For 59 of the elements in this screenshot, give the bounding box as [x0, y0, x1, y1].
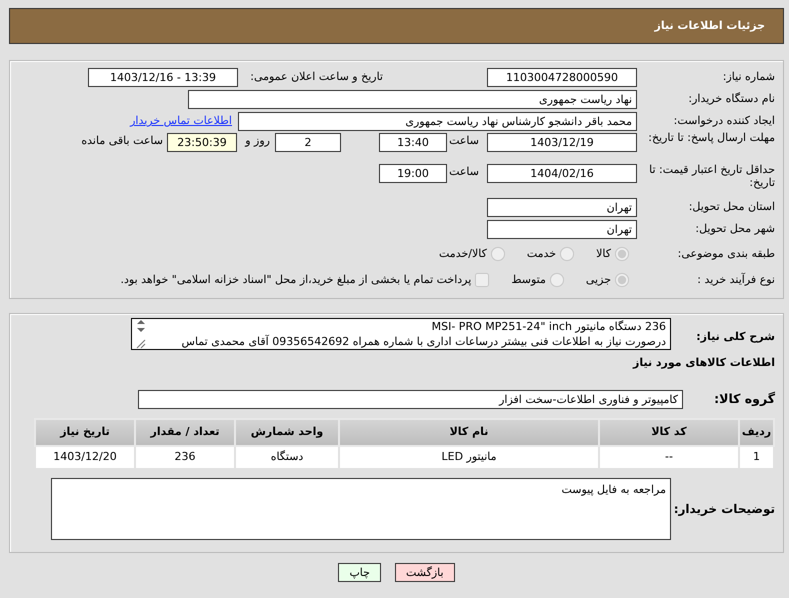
- field-label: نوع فرآیند خرید :: [696, 274, 775, 286]
- field-label: شرح کلی نیاز:: [695, 328, 775, 345]
- days-field[interactable]: 2: [275, 133, 341, 152]
- table-cell: 1: [739, 446, 774, 469]
- field-label: ساعت: [448, 164, 480, 180]
- radio-label: متوسط: [511, 272, 546, 288]
- column-header: تعداد / مقدار: [135, 419, 235, 446]
- goods-group-field[interactable]: کامپیوتر و فناوری اطلاعات-سخت افزار: [138, 390, 683, 409]
- time-field[interactable]: 13:40: [379, 133, 447, 152]
- checkbox-label: پرداخت تمام یا بخشی از مبلغ خرید،از محل "اسناد خزانه اسلامی" خواهد بود.: [120, 272, 472, 288]
- date-field[interactable]: 1404/02/16: [487, 164, 637, 183]
- column-header: کد کالا: [599, 419, 739, 446]
- radio-label: کالا/خدمت: [439, 246, 487, 262]
- description-line: 236 دستگاه مانیتور MSI- PRO MP251-24" inch: [430, 319, 666, 334]
- city-field[interactable]: تهران: [487, 220, 637, 239]
- buyer-contact-link[interactable]: اطلاعات تماس خریدار: [130, 113, 232, 130]
- back-button[interactable]: بازگشت: [394, 563, 455, 582]
- field-label: ساعت: [448, 133, 480, 149]
- field-label: توضیحات خریدار:: [672, 501, 775, 518]
- table-cell: 1403/12/20: [35, 446, 135, 469]
- field-label: شماره نیاز:: [722, 71, 775, 84]
- remaining-time-field[interactable]: 23:50:39: [167, 133, 237, 152]
- field-label: حداقل تاریخ اعتبار قیمت: تا تاریخ:: [648, 164, 775, 190]
- column-header: تاریخ نیاز: [35, 419, 135, 446]
- description-line: درصورت نیاز به اطلاعات فنی بیشتر درساعات اداری با شماره همراه 09356542692 آقای محمدی تماس: [180, 334, 666, 349]
- table-cell: مانیتور LED: [339, 446, 599, 469]
- announce-date-field[interactable]: 1403/12/16 - 13:39: [88, 68, 238, 87]
- buyer-notes-field[interactable]: مراجعه به فایل پیوست: [51, 478, 671, 540]
- field-label: استان محل تحویل:: [688, 201, 775, 214]
- field-label: مهلت ارسال پاسخ: تا تاریخ:: [647, 132, 775, 145]
- scroll-arrows-icon[interactable]: [135, 319, 147, 333]
- description-box[interactable]: 236 دستگاه مانیتور MSI- PRO MP251-24" inch درصورت نیاز به اطلاعات فنی بیشتر درساعات اداری با شماره همراه 09356542692 آقای محمدی تماس: [131, 318, 671, 350]
- requester-field[interactable]: محمد باقر دانشجو کارشناس نهاد ریاست جمهوری: [238, 112, 637, 131]
- field-label: طبقه بندی موضوعی:: [676, 248, 775, 260]
- buyer-org-field[interactable]: نهاد ریاست جمهوری: [188, 90, 637, 109]
- field-label: شهر محل تحویل:: [694, 223, 775, 236]
- radio-label: کالا: [596, 246, 611, 262]
- field-label: روز و: [244, 133, 271, 149]
- table-cell: 236: [135, 446, 235, 469]
- province-field[interactable]: تهران: [487, 198, 637, 217]
- field-label: تاریخ و ساعت اعلان عمومی:: [249, 69, 383, 86]
- section-heading: اطلاعات کالاهای مورد نیاز: [632, 355, 775, 371]
- print-button[interactable]: چاپ: [338, 563, 381, 582]
- date-field[interactable]: 1403/12/19: [487, 133, 637, 152]
- field-label: ایجاد کننده درخواست:: [672, 115, 775, 128]
- radio-label: جزیی: [586, 272, 611, 288]
- column-header: ردیف: [739, 419, 774, 446]
- table-cell: دستگاه: [235, 446, 339, 469]
- field-label: گروه کالا:: [713, 390, 775, 408]
- field-label: نام دستگاه خریدار:: [687, 93, 775, 106]
- need-number-field[interactable]: 1103004728000590: [487, 68, 637, 87]
- time-field[interactable]: 19:00: [379, 164, 447, 183]
- column-header: واحد شمارش: [235, 419, 339, 446]
- resize-grip-icon[interactable]: [136, 339, 146, 349]
- field-label: ساعت باقی مانده: [81, 133, 164, 149]
- page-title: جزئیات اطلاعات نیاز: [654, 18, 765, 34]
- column-header: نام کالا: [339, 419, 599, 446]
- radio-label: خدمت: [526, 246, 556, 262]
- table-cell: --: [599, 446, 739, 469]
